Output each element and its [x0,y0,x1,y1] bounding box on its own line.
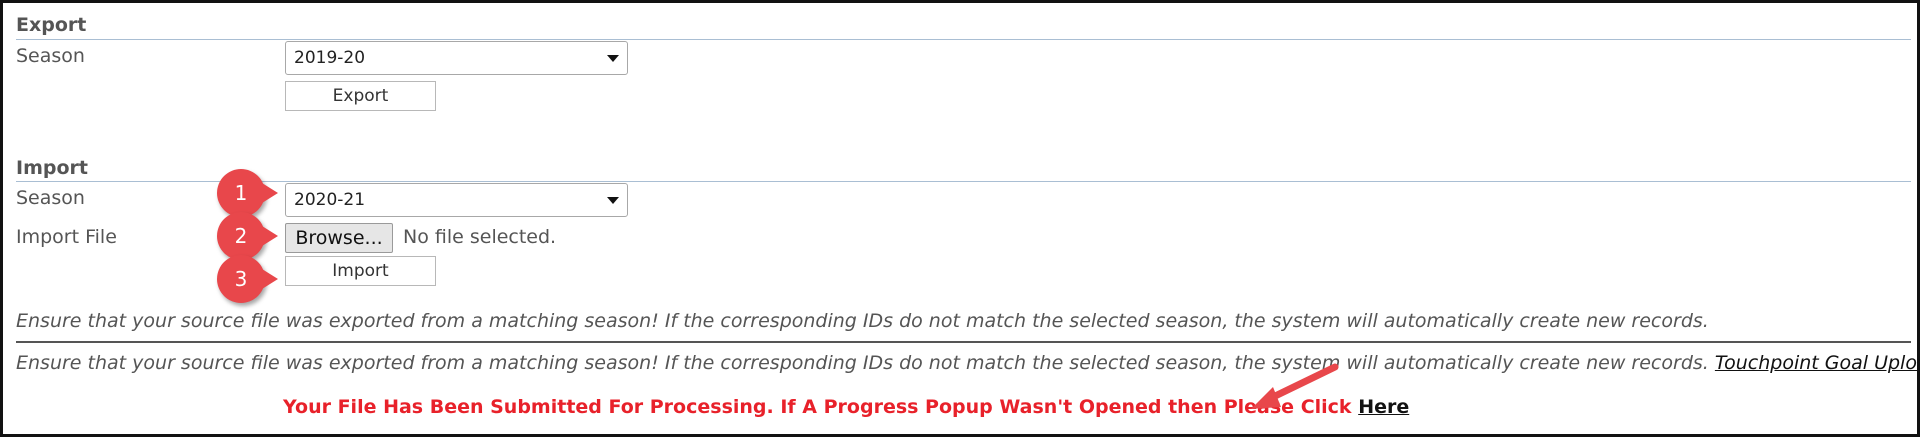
status-message-text: Your File Has Been Submitted For Process… [283,396,1352,418]
import-divider [16,181,1911,182]
annotation-marker-2: 2 [217,212,278,260]
season-warning-note: Ensure that your source file was exporte… [16,310,1709,332]
export-section-title: Export [16,14,87,36]
export-season-value: 2019-20 [294,48,366,68]
season-warning-text: Ensure that your source file was exporte… [16,352,1709,374]
export-button[interactable]: Export [285,81,436,111]
chevron-down-icon [607,197,619,204]
import-section-title: Import [16,157,88,179]
chevron-down-icon [607,55,619,62]
submission-status-message: Your File Has Been Submitted For Process… [283,396,1409,418]
notes-divider [16,341,1911,343]
touchpoint-goal-uploader-link[interactable]: Touchpoint Goal Uploader [1715,352,1920,374]
import-season-label: Season [16,187,85,209]
export-divider [16,39,1911,40]
import-season-select[interactable]: 2020-21 [285,183,628,217]
annotation-arrow-icon [1251,363,1339,409]
here-link[interactable]: Here [1358,396,1409,418]
season-warning-note-2: Ensure that your source file was exporte… [16,352,1920,374]
export-season-label: Season [16,45,85,67]
import-button[interactable]: Import [285,256,436,286]
export-season-select[interactable]: 2019-20 [285,41,628,75]
marker-pointer-icon [262,183,278,203]
import-file-label: Import File [16,226,117,248]
annotation-marker-1: 1 [217,169,278,217]
browse-button[interactable]: Browse... [285,223,393,253]
file-status-text: No file selected. [403,226,557,248]
import-season-value: 2020-21 [294,190,366,210]
import-export-panel: Export Season 2019-20 Export Import Seas… [0,0,1920,437]
marker-pointer-icon [262,269,278,289]
marker-pointer-icon [262,226,278,246]
annotation-marker-3: 3 [217,255,278,303]
